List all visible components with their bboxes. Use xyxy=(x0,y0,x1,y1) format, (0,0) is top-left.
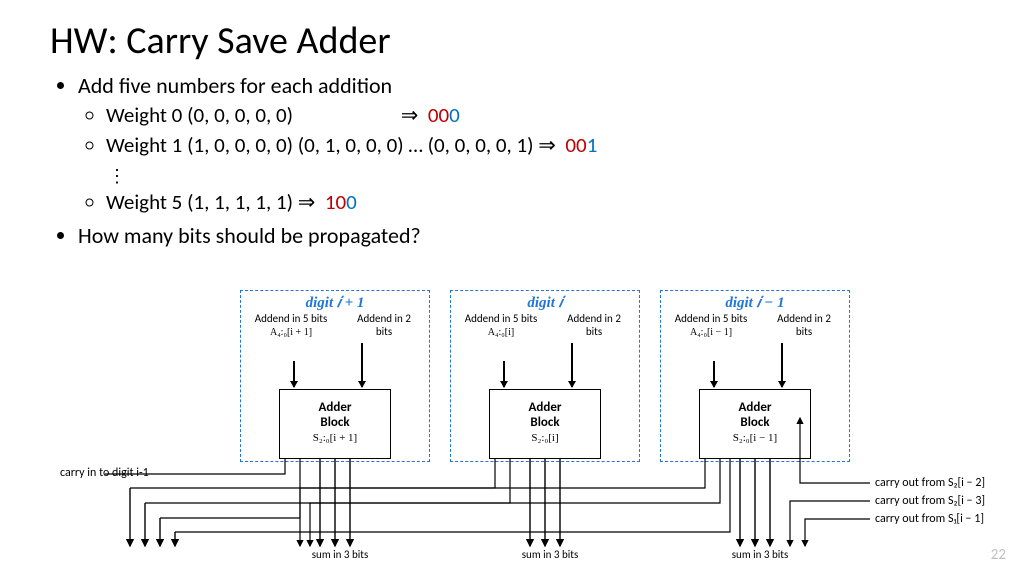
stage-i: digit 𝑖 Addend in 5 bits A₄:₀[i] Addend … xyxy=(450,290,640,462)
sum-label-2: sum in 3 bits xyxy=(500,548,600,561)
digit-label: digit 𝑖 + 1 xyxy=(241,294,429,312)
bullet-how-many: How many bits should be propagated? xyxy=(78,222,974,249)
addend2-label: Addend in 2 bits xyxy=(769,313,839,338)
sum-label-1: sum in 3 bits xyxy=(290,548,390,561)
carry-out-3: carry out from S₁[i − 1] xyxy=(875,512,984,526)
sum-label-3: sum in 3 bits xyxy=(710,548,810,561)
page-number: 22 xyxy=(991,546,1006,564)
carry-out-2: carry out from S₂[i − 3] xyxy=(875,494,985,508)
addend5-label: Addend in 5 bits A₄:₀[i] xyxy=(461,313,541,338)
csa-diagram: digit 𝑖 + 1 Addend in 5 bits A₄:₀[i + 1]… xyxy=(0,288,1024,568)
arrow-in-left xyxy=(293,361,295,387)
weight-0-line: Weight 0 (0, 0, 0, 0, 0) ⇒ 000 xyxy=(106,101,974,129)
adder-block: Adder Block S₂:₀[i + 1] xyxy=(279,389,391,459)
weight-5-line: Weight 5 (1, 1, 1, 1, 1) ⇒ 100 xyxy=(106,188,974,216)
stage-i-minus-1: digit 𝑖 − 1 Addend in 5 bits A₄:₀[i − 1]… xyxy=(660,290,850,462)
digit-label: digit 𝑖 − 1 xyxy=(661,294,849,312)
digit-label: digit 𝑖 xyxy=(451,294,639,312)
arrow-in-right xyxy=(361,343,363,387)
addend2-label: Addend in 2 bits xyxy=(559,313,629,338)
page-title: HW: Carry Save Adder xyxy=(50,18,974,64)
carry-in-label: carry in to digit i-1 xyxy=(60,466,149,480)
carry-out-1: carry out from S₂[i − 2] xyxy=(875,476,985,490)
addend2-label: Addend in 2 bits xyxy=(349,313,419,338)
adder-block: Adder Block S₂:₀[i − 1] xyxy=(699,389,811,459)
vertical-ellipsis: ⋮ xyxy=(108,168,126,184)
bullet-add-five: Add five numbers for each addition xyxy=(78,72,974,99)
addend5-label: Addend in 5 bits A₄:₀[i + 1] xyxy=(251,313,331,338)
adder-block: Adder Block S₂:₀[i] xyxy=(489,389,601,459)
stage-i-plus-1: digit 𝑖 + 1 Addend in 5 bits A₄:₀[i + 1]… xyxy=(240,290,430,462)
addend5-label: Addend in 5 bits A₄:₀[i − 1] xyxy=(671,313,751,338)
weight-1-line: Weight 1 (1, 0, 0, 0, 0) (0, 1, 0, 0, 0)… xyxy=(106,131,974,159)
